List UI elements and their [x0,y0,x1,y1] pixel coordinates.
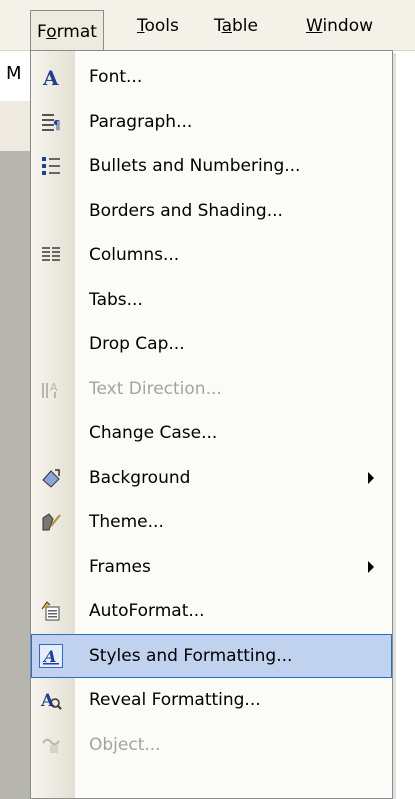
menu-item-label: Styles and Formatting... [89,646,293,666]
font-icon: A [37,63,65,91]
menu-item-label: Bullets and Numbering... [89,156,301,176]
menu-item-bullets-and-numbering[interactable]: Bullets and Numbering... [31,144,392,188]
menu-window[interactable]: Window [300,12,379,40]
menu-item-label: Change Case... [89,423,218,443]
menu-table[interactable]: Table [208,12,264,40]
format-menu: A Font... ¶ Paragraph... Bullets and Numberi… [30,50,393,799]
background-toolbar: M [0,51,30,101]
menu-item-columns[interactable]: Columns... [31,233,392,277]
svg-text:A: A [40,691,55,711]
object-icon [37,731,65,759]
background-ruler [0,101,30,151]
background-icon [37,464,65,492]
menu-item-change-case[interactable]: Change Case... [31,411,392,455]
svg-text:¶: ¶ [53,118,61,132]
background-letter: M [6,63,22,84]
submenu-arrow-icon [368,472,374,484]
menu-window-label: Window [306,16,374,36]
menu-item-reveal-formatting[interactable]: A Reveal Formatting... [31,678,392,722]
menu-item-label: Background [89,468,191,488]
menu-item-label: AutoFormat... [89,601,205,621]
background-document [0,151,30,799]
menu-tools-label: Tools [137,16,179,36]
menu-item-label: Drop Cap... [89,334,185,354]
menu-item-theme[interactable]: Theme... [31,500,392,544]
menu-item-label: Theme... [89,512,164,532]
menu-item-drop-cap[interactable]: Drop Cap... [31,322,392,366]
menu-item-background[interactable]: Background [31,456,392,500]
menu-item-autoformat[interactable]: AutoFormat... [31,589,392,633]
svg-text:A: A [42,66,59,89]
menu-item-tabs[interactable]: Tabs... [31,278,392,322]
menu-item-styles-and-formatting[interactable]: A Styles and Formatting... [31,634,392,678]
menu-item-label: Columns... [89,245,180,265]
menu-item-label: Text Direction... [89,379,222,399]
bullets-icon [37,152,65,180]
menu-table-label: Table [214,16,258,36]
menu-item-label: Reveal Formatting... [89,690,261,710]
menu-item-frames[interactable]: Frames [31,545,392,589]
menu-format[interactable]: Format [30,10,104,51]
autoformat-icon [37,597,65,625]
menu-item-label: Frames [89,557,151,577]
submenu-arrow-icon [368,561,374,573]
menu-item-font[interactable]: A Font... [31,55,392,99]
styles-icon: A [37,642,65,670]
menu-item-borders-and-shading[interactable]: Borders and Shading... [31,189,392,233]
menu-item-label: Object... [89,735,161,755]
columns-icon [37,241,65,269]
menu-item-label: Tabs... [89,290,143,310]
reveal-formatting-icon: A [37,686,65,714]
theme-icon [37,508,65,536]
text-direction-icon: A [37,375,65,403]
menu-item-text-direction: A Text Direction... [31,367,392,411]
menu-item-object: Object... [31,723,392,767]
menu-bar: Format Tools Table Window [0,0,415,51]
menu-item-label: Font... [89,67,143,87]
menu-item-paragraph[interactable]: ¶ Paragraph... [31,100,392,144]
menu-format-label: Format [37,22,97,42]
menu-tools[interactable]: Tools [131,12,185,40]
menu-item-label: Paragraph... [89,112,193,132]
paragraph-icon: ¶ [37,108,65,136]
menu-item-label: Borders and Shading... [89,201,283,221]
